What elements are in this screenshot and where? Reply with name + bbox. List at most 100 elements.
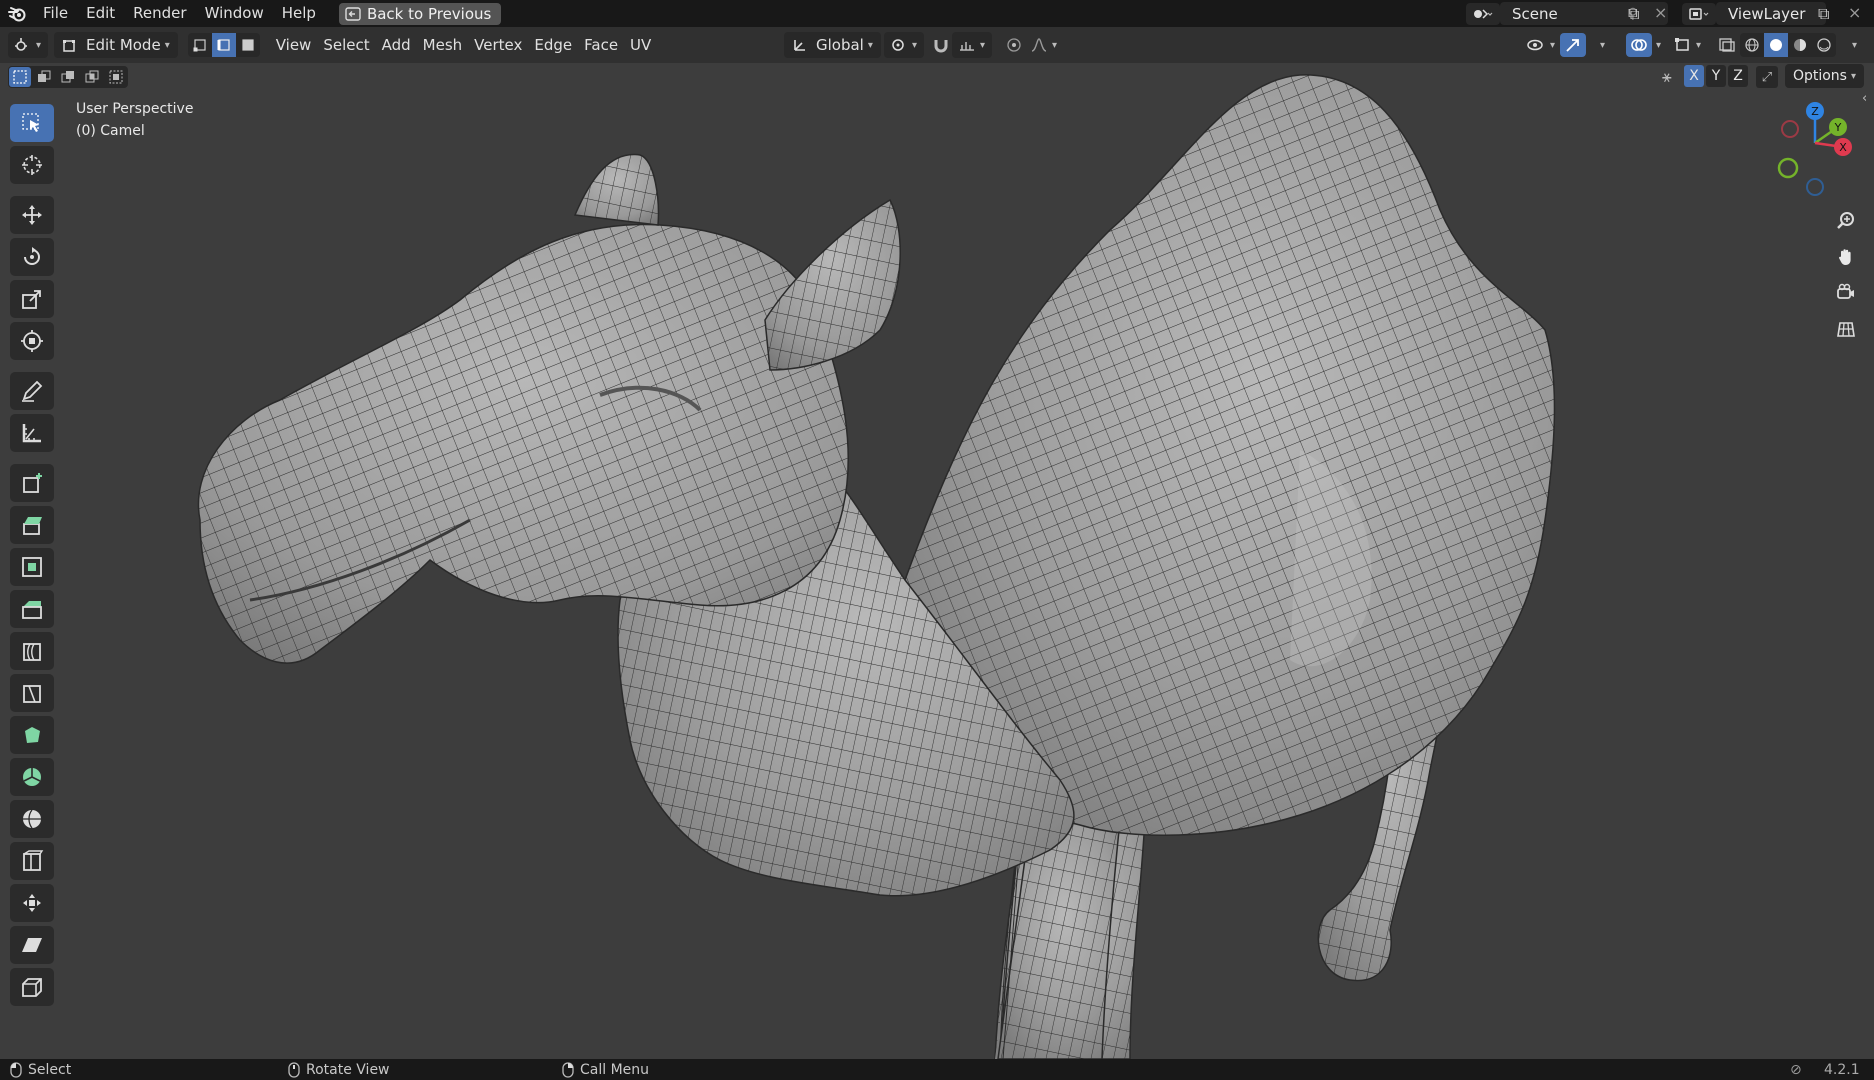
menu-uv[interactable]: UV [624, 32, 657, 58]
topology-mirror-icon[interactable]: ⤢ [1756, 66, 1778, 88]
network-off-icon: ⊘ [1790, 1061, 1802, 1078]
falloff-dropdown[interactable]: ▾ [1024, 32, 1063, 58]
add-cube-icon [22, 473, 42, 493]
menu-window[interactable]: Window [196, 0, 273, 27]
edge-slide-tool[interactable] [9, 842, 54, 880]
options-dropdown[interactable]: Options ▾ [1784, 64, 1864, 88]
mode-dropdown[interactable]: Edit Mode ▾ [54, 32, 178, 58]
cursor-tool[interactable] [9, 146, 54, 184]
gizmo-toggle[interactable] [1560, 33, 1586, 57]
select-intersect-icon[interactable] [105, 67, 127, 87]
edge-select-icon[interactable] [211, 33, 236, 57]
rotate-tool[interactable] [9, 238, 54, 276]
ortho-grid-icon[interactable] [1830, 313, 1862, 345]
extrude-region-tool[interactable] [9, 506, 54, 544]
axis-y-toggle[interactable]: Y [1706, 65, 1726, 87]
scene-type-icon[interactable] [1466, 3, 1500, 25]
snap-increment-icon [960, 42, 974, 51]
mouse-right-icon [562, 1061, 574, 1078]
add-cube-tool[interactable] [9, 464, 54, 502]
pan-hand-icon[interactable] [1830, 241, 1862, 273]
menu-vertex[interactable]: Vertex [468, 32, 528, 58]
menu-face[interactable]: Face [578, 32, 624, 58]
menu-edge[interactable]: Edge [528, 32, 578, 58]
loop-cut-tool[interactable] [9, 632, 54, 670]
orientation-icon [794, 40, 805, 51]
shrink-fatten-tool[interactable] [9, 884, 54, 922]
select-invert-icon[interactable] [81, 67, 103, 87]
menu-mesh[interactable]: Mesh [417, 32, 469, 58]
rendered-shading-icon[interactable] [1812, 33, 1836, 57]
mirror-icon[interactable]: ⚹ [1662, 67, 1672, 87]
gizmo-x-label: X [1839, 141, 1847, 154]
knife-tool[interactable] [9, 674, 54, 712]
axis-z-toggle[interactable]: Z [1728, 65, 1748, 87]
delete-view-layer-icon[interactable]: × [1848, 3, 1861, 22]
measure-tool[interactable] [9, 414, 54, 452]
transform-tool[interactable] [9, 322, 54, 360]
sidebar-toggle-icon[interactable]: ‹ [1862, 91, 1867, 106]
bevel-tool[interactable] [9, 590, 54, 628]
transform-orientation-dropdown[interactable]: Global ▾ [784, 32, 881, 58]
pivot-point-dropdown[interactable]: ▾ [884, 32, 924, 58]
navigation-gizmo[interactable]: Z Y X [1760, 91, 1870, 201]
smooth-icon [22, 809, 41, 829]
perspective-label: User Perspective [76, 101, 194, 117]
menu-render[interactable]: Render [124, 0, 195, 27]
menu-view[interactable]: View [270, 32, 318, 58]
wireframe-shading-icon[interactable] [1740, 33, 1764, 57]
solid-shading-icon[interactable] [1764, 33, 1788, 57]
material-shading-icon[interactable] [1788, 33, 1812, 57]
mesh-edit-overlays[interactable]: ▾ [1668, 32, 1707, 58]
snap-target-dropdown[interactable]: ▾ [952, 32, 992, 58]
xray-toggle[interactable] [1712, 32, 1742, 58]
status-bar: Select Rotate View Call Menu ⊘ 4.2.1 [0, 1059, 1874, 1080]
move-tool[interactable] [9, 196, 54, 234]
scale-tool[interactable] [9, 280, 54, 318]
spin-tool[interactable] [9, 758, 54, 796]
new-view-layer-icon[interactable]: ⧉ [1818, 4, 1829, 24]
overlays-dropdown-caret[interactable]: ▾ [1656, 40, 1661, 51]
zoom-icon[interactable] [1830, 205, 1862, 237]
transform-icon [20, 330, 43, 352]
select-subtract-icon[interactable] [57, 67, 79, 87]
blender-logo-icon[interactable] [0, 0, 34, 27]
gizmo-dropdown-caret[interactable]: ▾ [1600, 40, 1605, 51]
menu-edit[interactable]: Edit [77, 0, 124, 27]
scene-selector[interactable]: Scene ⚲ [1500, 2, 1668, 25]
face-select-icon[interactable] [236, 33, 260, 57]
overlays-toggle[interactable] [1626, 33, 1652, 57]
select-new-icon[interactable] [9, 67, 31, 87]
rip-region-tool[interactable] [9, 968, 54, 1006]
menu-select[interactable]: Select [317, 32, 375, 58]
3d-viewport[interactable]: User Perspective (0) Camel Z Y X ‹ [0, 63, 1874, 1059]
new-scene-icon[interactable]: ⧉ [1628, 4, 1639, 24]
inset-faces-tool[interactable] [9, 548, 54, 586]
menu-file[interactable]: File [34, 0, 77, 27]
edge-slide-icon [22, 850, 43, 871]
view-layer-icon[interactable] [1682, 3, 1716, 25]
select-extend-icon[interactable] [33, 67, 55, 87]
eye-pointer-icon [1527, 39, 1543, 51]
menu-add[interactable]: Add [376, 32, 417, 58]
status-call-menu: Call Menu [562, 1062, 649, 1078]
poly-build-tool[interactable] [9, 716, 54, 754]
annotate-tool[interactable] [9, 372, 54, 410]
shading-dropdown-caret[interactable]: ▾ [1852, 40, 1857, 51]
status-rotate-view-label: Rotate View [306, 1061, 390, 1078]
vertex-select-icon[interactable] [188, 33, 212, 57]
back-to-previous-button[interactable]: Back to Previous [338, 2, 502, 25]
gizmo-y-label: Y [1834, 121, 1842, 134]
shear-tool[interactable] [9, 926, 54, 964]
view-layer-selector[interactable]: ViewLayer [1716, 2, 1826, 25]
select-box-tool[interactable] [9, 104, 54, 142]
editor-type-dropdown[interactable]: ▾ [8, 32, 48, 58]
camera-view-icon[interactable] [1830, 277, 1862, 309]
axis-x-toggle[interactable]: X [1684, 65, 1704, 87]
3d-cursor-icon [21, 155, 42, 175]
version-label: 4.2.1 [1824, 1061, 1860, 1078]
delete-scene-icon[interactable]: × [1654, 3, 1667, 22]
menu-help[interactable]: Help [273, 0, 325, 27]
smooth-tool[interactable] [9, 800, 54, 838]
visibility-selectability-dropdown[interactable]: ▾ [1520, 32, 1561, 58]
